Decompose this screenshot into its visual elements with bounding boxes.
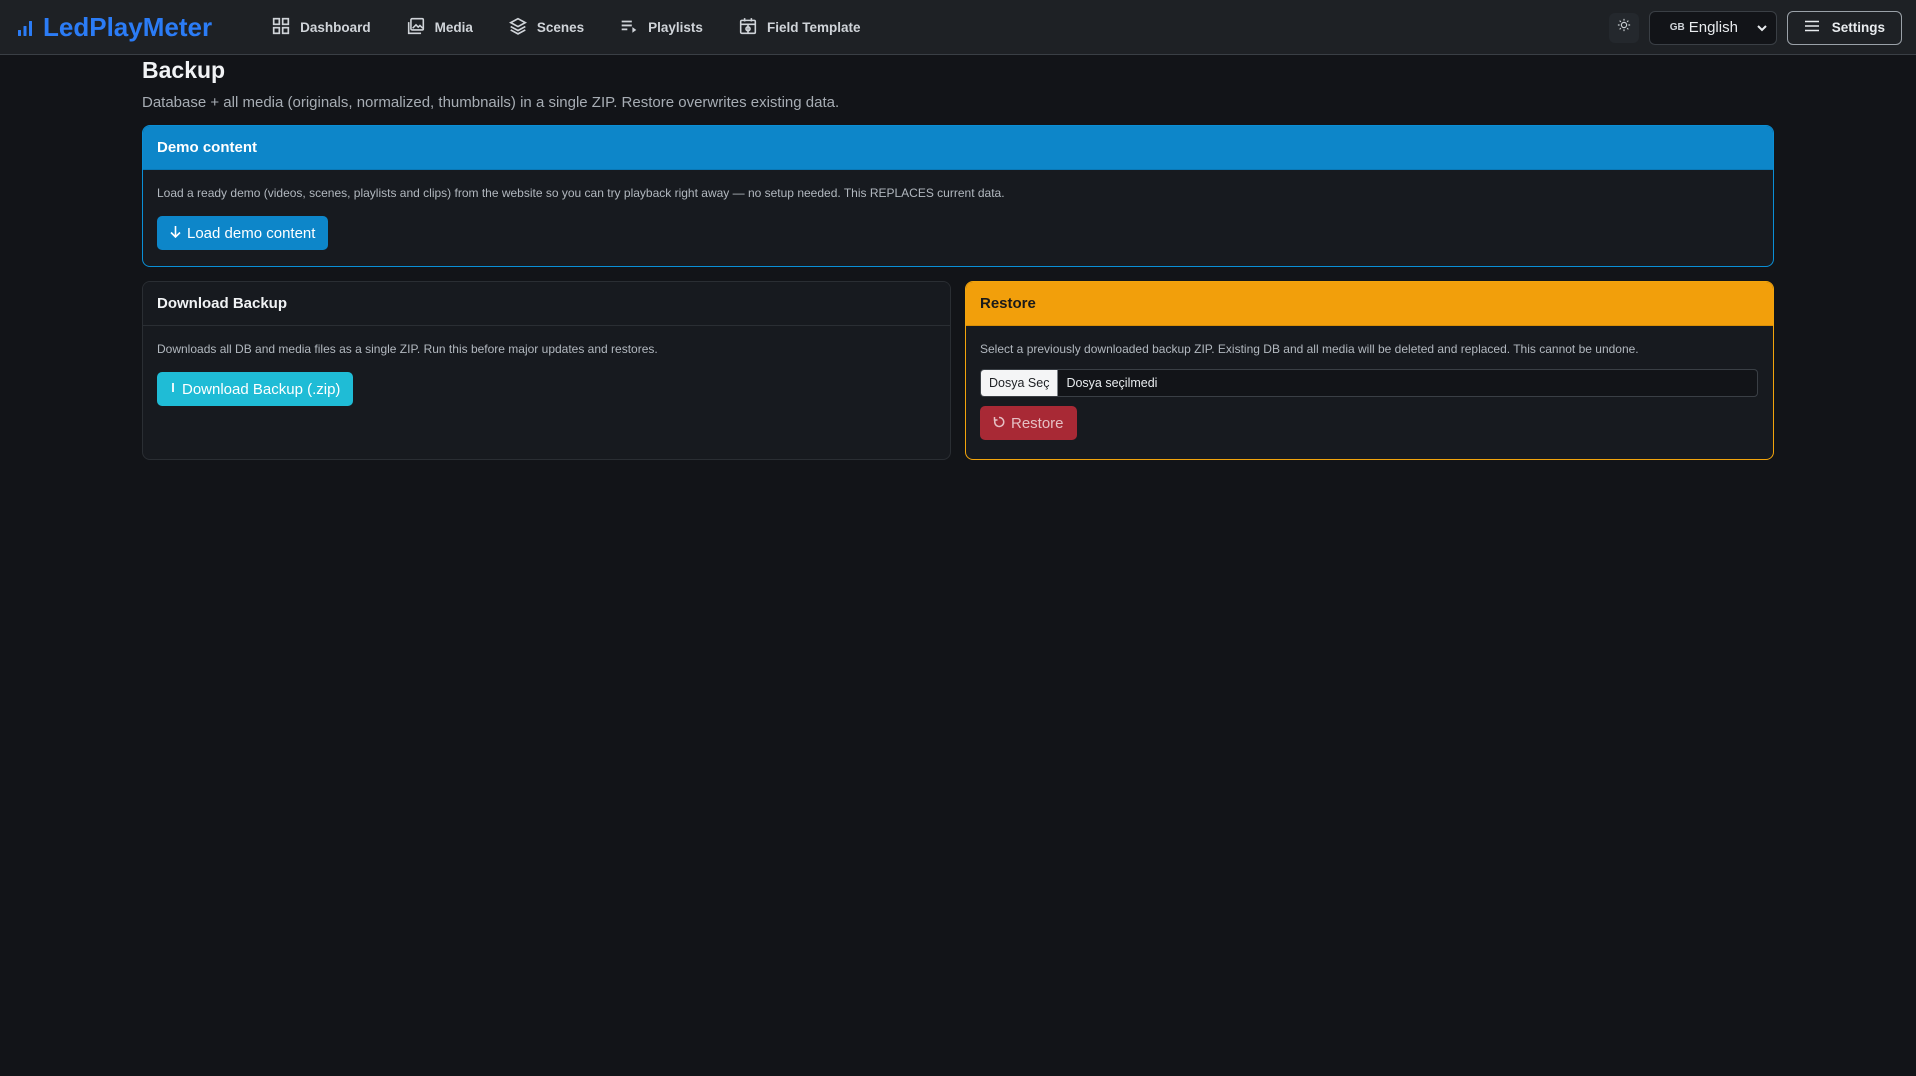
download-icon bbox=[170, 381, 176, 398]
nav-field-template[interactable]: Field Template bbox=[721, 9, 879, 46]
nav-media[interactable]: Media bbox=[389, 9, 491, 46]
download-card-title: Download Backup bbox=[143, 282, 950, 326]
main-nav: Dashboard Media Scenes Playlists Field T… bbox=[254, 9, 878, 46]
nav-field-template-label: Field Template bbox=[766, 19, 861, 35]
nav-playlists[interactable]: Playlists bbox=[602, 9, 721, 46]
nav-scenes-label: Scenes bbox=[536, 19, 585, 35]
restore-label: Restore bbox=[1011, 414, 1064, 432]
settings-button[interactable]: Settings bbox=[1786, 10, 1902, 45]
backup-file-input[interactable]: Dosya Seç Dosya seçilmedi bbox=[980, 369, 1758, 397]
bar-chart-icon bbox=[17, 12, 33, 43]
nav-scenes[interactable]: Scenes bbox=[491, 9, 602, 46]
layers-icon bbox=[508, 17, 527, 38]
download-card-text: Downloads all DB and media files as a si… bbox=[157, 342, 658, 356]
theme-toggle-button[interactable] bbox=[1608, 12, 1639, 43]
page-title: Backup bbox=[142, 57, 226, 83]
demo-card-text: Load a ready demo (videos, scenes, playl… bbox=[157, 186, 1005, 200]
sun-icon bbox=[1617, 18, 1631, 37]
restore-card-title: Restore bbox=[966, 282, 1773, 326]
playlist-icon bbox=[620, 17, 638, 38]
restore-card: Restore Select a previously downloaded b… bbox=[965, 281, 1774, 460]
nav-playlists-label: Playlists bbox=[648, 19, 703, 35]
menu-icon bbox=[1804, 20, 1820, 35]
top-navbar: LedPlayMeter Dashboard Media Scenes Play… bbox=[0, 0, 1916, 55]
restore-button[interactable]: Restore bbox=[980, 406, 1077, 440]
file-status: Dosya seçilmedi bbox=[1066, 376, 1158, 390]
nav-media-label: Media bbox=[434, 19, 473, 35]
flag-icon: GB bbox=[1669, 22, 1685, 33]
download-backup-card: Download Backup Downloads all DB and med… bbox=[142, 281, 951, 460]
images-icon bbox=[407, 17, 425, 38]
demo-card-title: Demo content bbox=[143, 126, 1773, 170]
grid-icon bbox=[272, 17, 290, 38]
download-backup-button[interactable]: Download Backup (.zip) bbox=[157, 372, 354, 406]
page-subtitle: Database + all media (originals, normali… bbox=[142, 94, 840, 111]
nav-dashboard-label: Dashboard bbox=[300, 19, 371, 35]
language-selected: English bbox=[1688, 19, 1738, 36]
choose-file-button[interactable]: Dosya Seç bbox=[981, 370, 1059, 396]
navbar-right: GB English Settings bbox=[1608, 0, 1902, 55]
restore-icon bbox=[993, 415, 1005, 432]
demo-content-card: Demo content Load a ready demo (videos, … bbox=[142, 125, 1774, 267]
main-content: Backup Database + all media (originals, … bbox=[142, 55, 1774, 460]
restore-card-text: Select a previously downloaded backup ZI… bbox=[980, 342, 1639, 356]
chevron-down-icon bbox=[1756, 21, 1768, 38]
load-demo-button[interactable]: Load demo content bbox=[157, 216, 329, 250]
settings-label: Settings bbox=[1831, 20, 1885, 35]
language-select[interactable]: GB English bbox=[1648, 10, 1777, 45]
load-demo-label: Load demo content bbox=[187, 224, 316, 242]
brand-logo[interactable]: LedPlayMeter bbox=[17, 12, 212, 43]
field-template-icon bbox=[739, 17, 757, 38]
download-backup-label: Download Backup (.zip) bbox=[182, 380, 341, 398]
brand-name: LedPlayMeter bbox=[43, 11, 213, 42]
arrow-down-icon bbox=[170, 225, 181, 242]
nav-dashboard[interactable]: Dashboard bbox=[254, 9, 389, 46]
